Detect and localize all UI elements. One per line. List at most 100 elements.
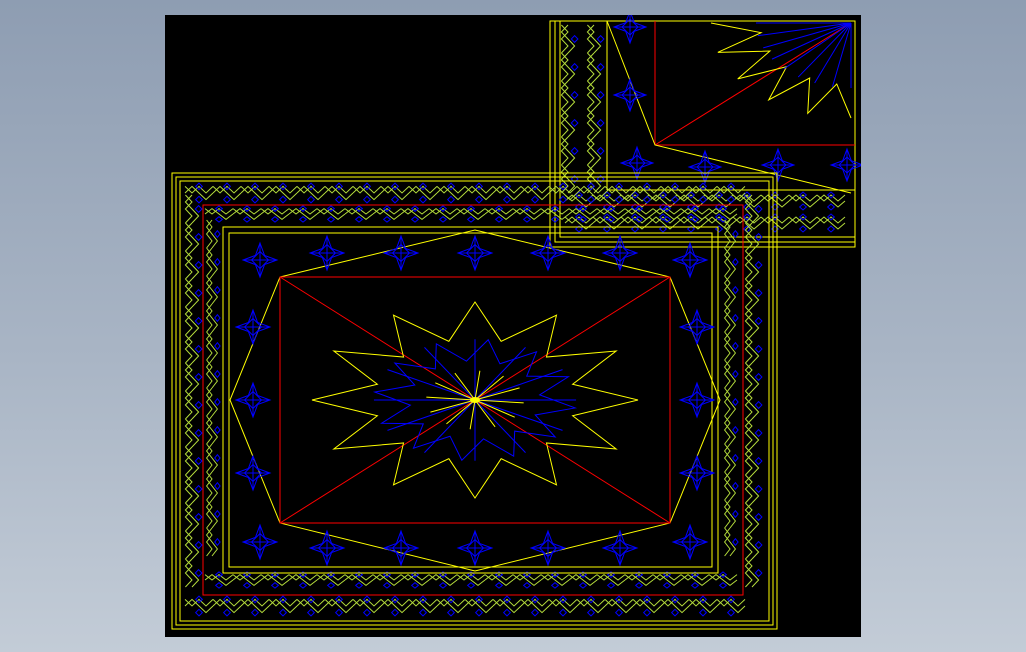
- border-band: [560, 24, 579, 194]
- band-zigzag: [184, 558, 193, 588]
- band-ornament: [634, 582, 644, 589]
- band-zigzag: [184, 278, 200, 308]
- band-ornament: [634, 216, 644, 223]
- band-ornament: [690, 216, 700, 223]
- band-ornament: [390, 195, 400, 204]
- band-zigzag: [512, 207, 542, 221]
- band-ornament: [754, 344, 763, 354]
- band-zigzag: [723, 387, 731, 417]
- band-zigzag: [184, 446, 193, 476]
- band-ornament: [194, 568, 203, 578]
- band-zigzag: [205, 527, 213, 557]
- band-zigzag: [184, 530, 193, 560]
- band-zigzag: [540, 573, 570, 587]
- star-ornament: [234, 381, 272, 419]
- band-zigzag: [744, 334, 753, 364]
- band-ornament: [306, 608, 316, 617]
- star-ornament: [678, 381, 716, 419]
- band-ornament: [754, 400, 763, 410]
- band-ornament: [732, 537, 739, 547]
- rosette-spoke: [424, 399, 476, 453]
- band-zigzag: [205, 275, 213, 305]
- band-zigzag: [352, 185, 382, 201]
- band-ornament: [474, 608, 484, 617]
- band-zigzag: [688, 185, 718, 201]
- band-zigzag: [380, 185, 410, 201]
- band-zigzag: [723, 275, 737, 305]
- band-zigzag: [232, 207, 262, 221]
- band-ornament: [502, 608, 512, 617]
- band-zigzag: [205, 387, 219, 417]
- band-ornament: [214, 397, 221, 407]
- star-ornament: [612, 15, 648, 45]
- band-ornament: [754, 288, 763, 298]
- band-ornament: [214, 509, 221, 519]
- band-ornament: [530, 195, 540, 204]
- band-zigzag: [205, 331, 213, 361]
- band-zigzag: [184, 250, 193, 280]
- band-ornament: [494, 216, 504, 223]
- band-zigzag: [723, 443, 731, 473]
- band-zigzag: [744, 362, 760, 392]
- band-zigzag: [260, 207, 290, 221]
- cad-viewport[interactable]: [165, 15, 861, 637]
- band-ornament: [362, 608, 372, 617]
- band-ornament: [530, 608, 540, 617]
- band-zigzag: [744, 390, 753, 420]
- band-ornament: [214, 537, 221, 547]
- band-zigzag: [492, 185, 522, 201]
- band-ornament: [270, 582, 280, 589]
- band-ornament: [586, 608, 596, 617]
- band-zigzag: [723, 331, 731, 361]
- band-ornament: [550, 582, 560, 589]
- band-zigzag: [184, 558, 200, 588]
- band-zigzag: [184, 194, 193, 224]
- band-ornament: [410, 216, 420, 223]
- band-zigzag: [205, 247, 219, 277]
- band-zigzag: [744, 446, 760, 476]
- band-zigzag: [205, 359, 219, 389]
- band-ornament: [642, 608, 652, 617]
- band-zigzag: [576, 598, 606, 614]
- band-ornament: [732, 425, 739, 435]
- rosette-spoke: [474, 347, 526, 401]
- band-ornament: [194, 512, 203, 522]
- band-ornament: [334, 608, 344, 617]
- band-ornament: [826, 225, 836, 233]
- band-zigzag: [744, 502, 753, 532]
- band-zigzag: [232, 573, 262, 587]
- rosette-spoke: [474, 399, 563, 431]
- star-ornament: [456, 234, 494, 272]
- band-ornament: [578, 582, 588, 589]
- band-zigzag: [586, 80, 602, 110]
- band-ornament: [194, 428, 203, 438]
- band-ornament: [732, 313, 739, 323]
- band-zigzag: [352, 598, 382, 614]
- band-zigzag: [744, 278, 753, 308]
- band-zigzag: [205, 331, 219, 361]
- band-zigzag: [744, 334, 760, 364]
- band-ornament: [754, 204, 763, 214]
- band-zigzag: [464, 598, 494, 614]
- band-ornament: [754, 540, 763, 550]
- band-zigzag: [576, 185, 606, 201]
- band-ornament: [606, 216, 616, 223]
- band-ornament: [798, 203, 808, 211]
- band-zigzag: [184, 502, 200, 532]
- band-zigzag: [205, 219, 219, 249]
- band-zigzag: [560, 24, 576, 54]
- band-zigzag: [723, 247, 737, 277]
- band-ornament: [214, 481, 221, 491]
- band-zigzag: [596, 573, 626, 587]
- band-zigzag: [205, 219, 213, 249]
- band-zigzag: [184, 250, 200, 280]
- star-ornament: [241, 241, 279, 279]
- band-ornament: [570, 62, 579, 72]
- band-ornament: [242, 582, 252, 589]
- band-zigzag: [604, 185, 634, 201]
- band-ornament: [214, 257, 221, 267]
- band-zigzag: [324, 185, 354, 201]
- band-zigzag: [205, 415, 213, 445]
- band-ornament: [596, 146, 605, 156]
- band-zigzag: [586, 52, 602, 82]
